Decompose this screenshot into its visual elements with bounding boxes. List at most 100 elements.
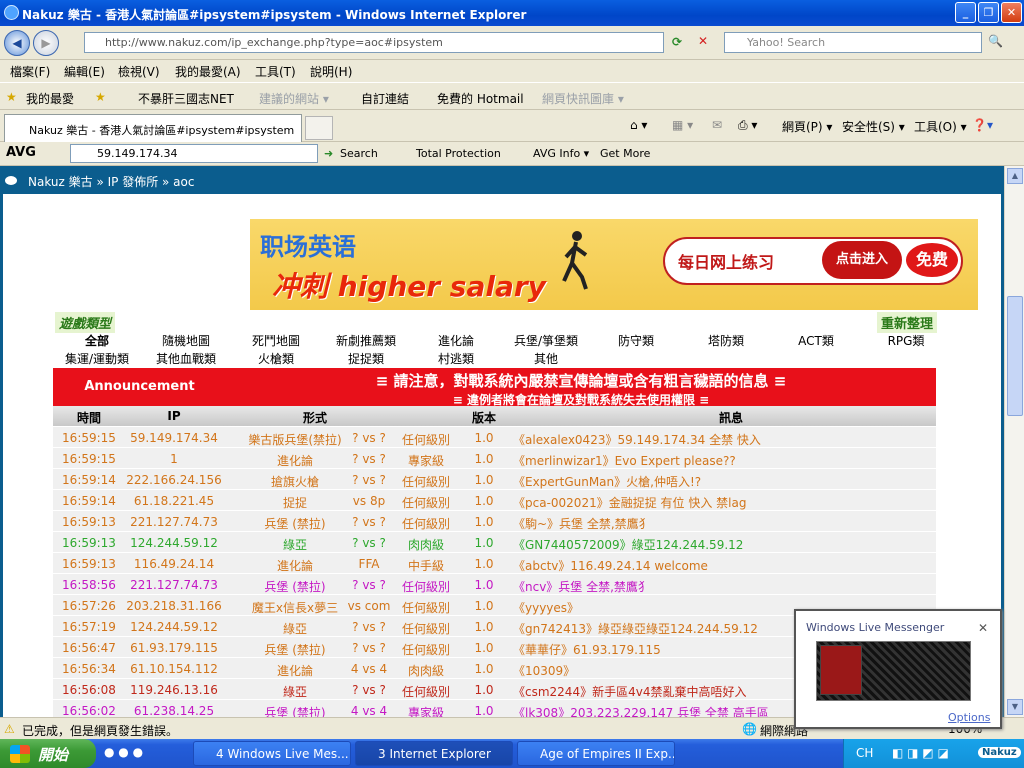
- menu-favorites[interactable]: 我的最愛(A): [175, 63, 241, 80]
- minimize-button[interactable]: _: [955, 2, 976, 23]
- messenger-toast[interactable]: Windows Live Messenger ✕ Options: [794, 609, 1002, 729]
- category-5[interactable]: 進化論: [438, 332, 474, 349]
- warning-icon[interactable]: ⚠: [4, 722, 15, 736]
- cell-msg[interactable]: 《ncv》兵堡 全禁,禁鷹犭: [513, 578, 650, 595]
- table-row[interactable]: 16:59:13 221.127.74.73 兵堡 (禁拉) ? vs ? 任何級別 1.…: [53, 511, 936, 532]
- menu-help[interactable]: 說明(H): [310, 63, 352, 80]
- help-icon[interactable]: ❓▾: [972, 118, 993, 132]
- new-tab-button[interactable]: [305, 116, 333, 140]
- cell-msg[interactable]: 《yyyyes》: [513, 599, 579, 616]
- cell-mode: 兵堡 (禁拉): [264, 706, 326, 717]
- cell-time: 16:56:02: [62, 704, 116, 717]
- category-row2-1[interactable]: 集運/運動類: [65, 350, 129, 367]
- fav-link-2[interactable]: 建議的網站 ▾: [259, 90, 329, 107]
- close-icon[interactable]: ✕: [978, 621, 988, 635]
- cell-msg[interactable]: 《pca-002021》金融捉捉 有位 快入 禁lag: [513, 494, 746, 511]
- table-row[interactable]: 16:59:14 61.18.221.45 捉捉 vs 8p 任何級別 1.0 《pca-0…: [53, 490, 936, 511]
- search-icon[interactable]: 🔍: [988, 34, 1003, 48]
- category-row2-4[interactable]: 捉捉類: [348, 350, 384, 367]
- avg-search-input[interactable]: 59.149.174.34: [70, 144, 318, 163]
- avg-search-button[interactable]: Search: [340, 147, 378, 160]
- refresh-icon[interactable]: ⟳: [672, 35, 682, 49]
- breadcrumb[interactable]: Nakuz 樂古 » IP 發佈所 » aoc: [28, 175, 194, 189]
- nakuz-tray-icon[interactable]: Nakuz: [978, 747, 1021, 758]
- cell-msg[interactable]: 《gn742413》綠亞綠亞綠亞124.244.59.12: [513, 620, 758, 637]
- avg-more-link[interactable]: Get More: [600, 147, 650, 160]
- category-row2-2[interactable]: 其他血戰類: [156, 350, 216, 367]
- quicklaunch-icons[interactable]: ● ● ●: [104, 745, 143, 759]
- cell-msg[interactable]: 《csm2244》新手區4v4禁亂棄中高唔好入: [513, 683, 746, 700]
- tab-nakuz[interactable]: Nakuz 樂古 - 香港人氣討論區#ipsystem#ipsystem: [4, 114, 302, 142]
- avg-protection-link[interactable]: Total Protection: [416, 147, 501, 160]
- table-row[interactable]: 16:59:13 124.244.59.12 綠亞 ? vs ? 肉肉級 1.0 《GN74…: [53, 532, 936, 553]
- forward-icon[interactable]: ▶: [33, 30, 59, 56]
- avg-search-icon[interactable]: ➜: [324, 147, 333, 160]
- fav-link-5[interactable]: 網頁快訊圖庫 ▾: [542, 90, 624, 107]
- menu-tools[interactable]: 工具(T): [255, 63, 296, 80]
- cell-msg[interactable]: 《merlinwizar1》Evo Expert please??: [513, 452, 736, 469]
- fav-link-4[interactable]: 免費的 Hotmail: [437, 90, 524, 107]
- category-6[interactable]: 兵堡/箏堡類: [514, 332, 578, 349]
- page-scrollbar[interactable]: ▲ ▼: [1004, 166, 1024, 717]
- cell-msg[interactable]: 《abctv》116.49.24.14 welcome: [513, 557, 708, 574]
- start-button[interactable]: 開始: [0, 739, 96, 768]
- scroll-thumb[interactable]: [1007, 296, 1023, 416]
- table-row[interactable]: 16:59:13 116.49.24.14 進化論 FFA 中手級 1.0 《abctv》1…: [53, 553, 936, 574]
- ad-banner[interactable]: 职场英语 冲刺 higher salary 每日网上练习 点击进入 免费: [250, 219, 978, 310]
- category-4[interactable]: 新劇推薦類: [336, 332, 396, 349]
- favorites-button[interactable]: 我的最愛: [26, 90, 74, 107]
- back-icon[interactable]: ◀: [4, 30, 30, 56]
- cell-msg[interactable]: 《駒~》兵堡 全禁,禁鷹犭: [513, 515, 651, 532]
- category-9[interactable]: ACT類: [798, 332, 834, 349]
- menu-view[interactable]: 檢視(V): [118, 63, 160, 80]
- search-input[interactable]: Yahoo! Search: [724, 32, 982, 53]
- scroll-down-icon[interactable]: ▼: [1007, 699, 1023, 715]
- fav-link-3[interactable]: 自訂連結: [361, 90, 409, 107]
- refresh-button[interactable]: 重新整理: [877, 312, 938, 333]
- address-input[interactable]: http://www.nakuz.com/ip_exchange.php?typ…: [84, 32, 664, 53]
- safety-menu[interactable]: 安全性(S) ▾: [842, 118, 905, 135]
- messenger-options-link[interactable]: Options: [948, 711, 990, 724]
- category-10[interactable]: RPG類: [888, 332, 925, 349]
- feeds-icon[interactable]: ▦ ▾: [672, 118, 693, 132]
- language-indicator[interactable]: CH: [856, 746, 873, 760]
- page-menu[interactable]: 網頁(P) ▾: [782, 118, 832, 135]
- stop-icon[interactable]: ✕: [698, 34, 708, 48]
- category-1[interactable]: 全部: [85, 332, 109, 349]
- category-row2-5[interactable]: 村逃類: [438, 350, 474, 367]
- table-row[interactable]: 16:59:15 59.149.174.34 樂古版兵堡(禁拉) ? vs ? 任何級別…: [53, 427, 936, 448]
- table-row[interactable]: 16:58:56 221.127.74.73 兵堡 (禁拉) ? vs ? 任何級別 1.…: [53, 574, 936, 595]
- restore-button[interactable]: ❐: [978, 2, 999, 23]
- add-favorite-icon[interactable]: ★: [95, 90, 106, 104]
- cell-msg[interactable]: 《10309》: [513, 662, 575, 679]
- task-messenger[interactable]: 4 Windows Live Mes...: [193, 741, 351, 766]
- cta-button[interactable]: 点击进入: [822, 241, 902, 279]
- mail-icon[interactable]: ✉: [712, 118, 722, 132]
- cell-msg[interactable]: 《lk308》203.223.229.147 兵堡 全禁 高手區: [513, 704, 769, 717]
- category-row2-6[interactable]: 其他: [534, 350, 558, 367]
- scroll-up-icon[interactable]: ▲: [1007, 168, 1023, 184]
- table-row[interactable]: 16:59:15 1 進化論 ? vs ? 專家級 1.0 《merlinwizar1》Ev…: [53, 448, 936, 469]
- avg-info-menu[interactable]: AVG Info ▾: [533, 147, 589, 160]
- cell-msg[interactable]: 《華華仔》61.93.179.115: [513, 641, 661, 658]
- home-icon[interactable]: ⌂ ▾: [630, 118, 647, 132]
- fav-link-1[interactable]: 不暴肝三國志NET: [138, 90, 234, 107]
- cell-msg[interactable]: 《alexalex0423》59.149.174.34 全禁 快入: [513, 431, 761, 448]
- category-row2-3[interactable]: 火槍類: [258, 350, 294, 367]
- close-button[interactable]: ✕: [1001, 2, 1022, 23]
- tools-menu[interactable]: 工具(O) ▾: [914, 118, 967, 135]
- menu-edit[interactable]: 編輯(E): [64, 63, 105, 80]
- menu-file[interactable]: 檔案(F): [10, 63, 50, 80]
- task-aoe[interactable]: Age of Empires II Exp...: [517, 741, 675, 766]
- print-icon[interactable]: ⎙ ▾: [738, 118, 757, 133]
- cell-msg[interactable]: 《ExpertGunMan》火槍,仲唔入!?: [513, 473, 701, 490]
- tray-icons[interactable]: ◧ ◨ ◩ ◪: [892, 746, 949, 760]
- task-ie[interactable]: 3 Internet Explorer: [355, 741, 513, 766]
- category-3[interactable]: 死鬥地圖: [252, 332, 300, 349]
- avg-logo: AVG: [6, 145, 36, 160]
- category-2[interactable]: 隨機地圖: [162, 332, 210, 349]
- category-8[interactable]: 塔防類: [708, 332, 744, 349]
- category-7[interactable]: 防守類: [618, 332, 654, 349]
- table-row[interactable]: 16:59:14 222.166.24.156 搶旗火槍 ? vs ? 任何級別 1.0 《…: [53, 469, 936, 490]
- cell-msg[interactable]: 《GN7440572009》綠亞124.244.59.12: [513, 536, 743, 553]
